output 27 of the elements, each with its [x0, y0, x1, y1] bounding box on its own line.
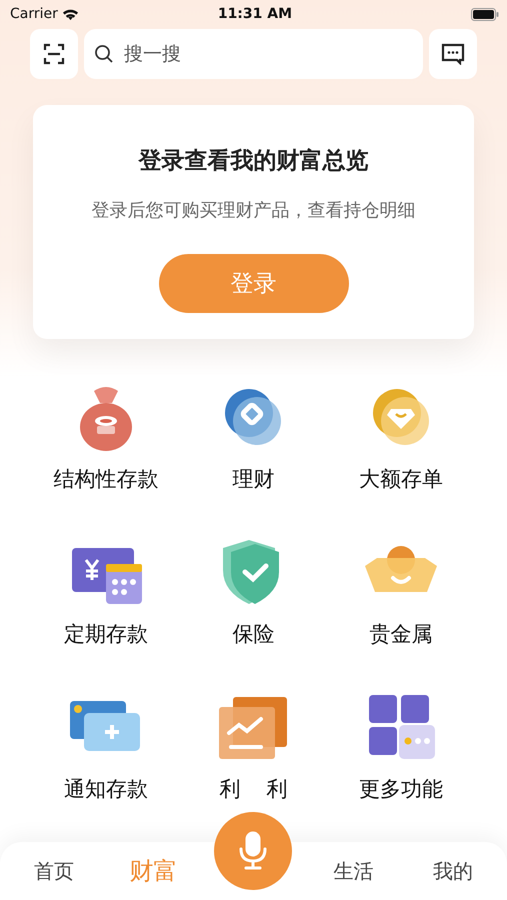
feature-label[interactable]: 大额存单: [359, 465, 444, 493]
tab[interactable]: 我的: [403, 852, 503, 890]
battery-icon: [470, 8, 499, 20]
scan-button[interactable]: [30, 29, 78, 79]
message-button[interactable]: [429, 29, 477, 79]
microphone-icon: [238, 831, 268, 871]
feature-label[interactable]: 结构性存款: [53, 465, 158, 493]
clock-time: 11:31 AM: [218, 6, 294, 22]
search-icon: [94, 44, 114, 64]
carrier-label: Carrier: [10, 6, 58, 22]
feature-label[interactable]: 保险: [232, 620, 274, 648]
card-subtitle: 登录后您可购买理财产品，查看持仓明细: [92, 199, 416, 222]
search-bar[interactable]: 搜一搜: [84, 29, 423, 79]
feature-label[interactable]: 利: [266, 775, 288, 803]
feature-label[interactable]: 利: [219, 775, 240, 803]
message-icon: [441, 43, 465, 65]
card-title: 登录查看我的财富总览: [138, 147, 368, 176]
search-field[interactable]: 搜一搜: [122, 42, 413, 66]
scan-icon: [43, 43, 65, 65]
wifi-icon: [62, 8, 79, 20]
tab[interactable]: 生活: [303, 852, 404, 890]
feature-label[interactable]: 贵金属: [370, 620, 433, 648]
feature-label[interactable]: 定期存款: [64, 620, 148, 648]
feature-label[interactable]: 更多功能: [359, 775, 444, 803]
tab[interactable]: 首页: [4, 852, 104, 890]
feature-label[interactable]: 通知存款: [64, 775, 148, 803]
feature-label[interactable]: 理财: [232, 465, 274, 493]
